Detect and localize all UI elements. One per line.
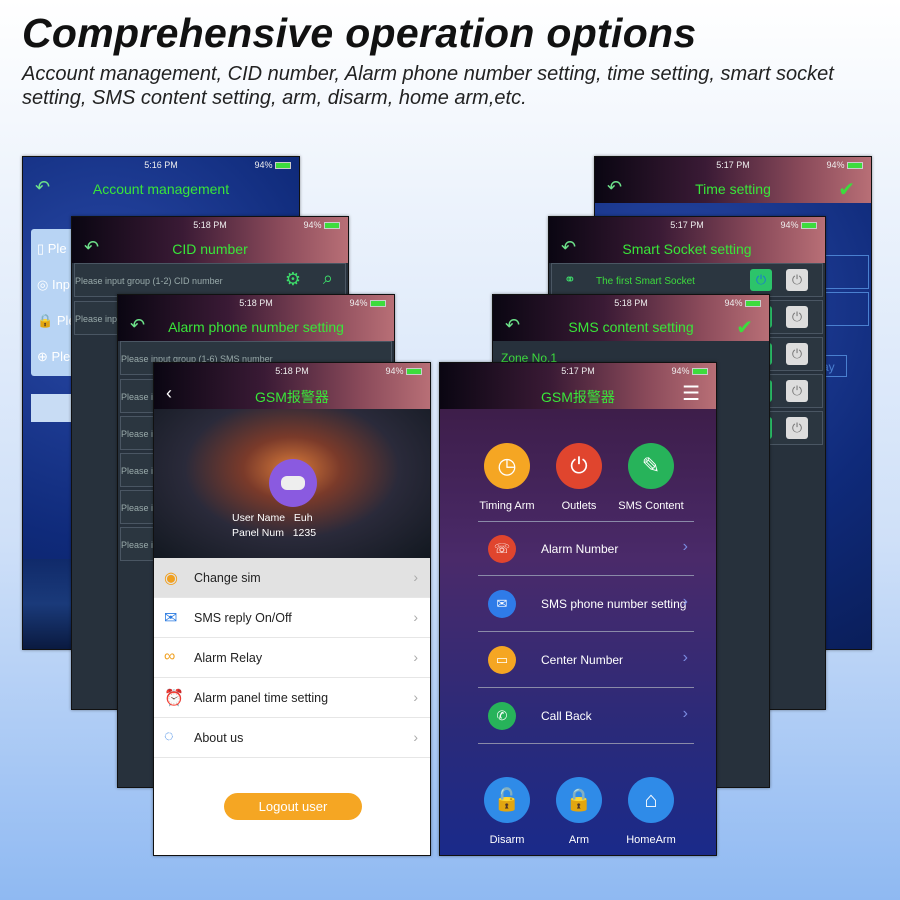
- alarm-clock-icon: ⏰: [164, 690, 184, 707]
- password-field[interactable]: 🔒 Ple: [37, 313, 76, 329]
- battery-icon: [406, 368, 422, 376]
- screen-title: GSM报警器: [255, 389, 329, 405]
- hamburger-menu-icon[interactable]: ☰: [682, 381, 700, 406]
- cid-input-row[interactable]: Please input group (1-2) CID number ⚙ ⌕: [74, 263, 346, 297]
- battery-icon: [370, 300, 386, 308]
- disarm-button[interactable]: 🔓: [484, 777, 530, 823]
- gear-icon[interactable]: ⚙: [285, 269, 301, 290]
- phone-list-icon: ☏: [488, 535, 516, 563]
- chevron-right-icon: ›: [413, 649, 418, 665]
- power-on-button[interactable]: ⏻: [750, 269, 772, 291]
- sms-phone-row[interactable]: ✉ SMS phone number setting ›: [478, 577, 694, 632]
- arm-button[interactable]: 🔒: [556, 777, 602, 823]
- power-off-button[interactable]: ⏻: [786, 343, 808, 365]
- screen-title: SMS content setting: [568, 319, 694, 335]
- logout-button[interactable]: Logout user: [224, 793, 362, 820]
- alarm-number-row[interactable]: ☏ Alarm Number ›: [478, 521, 694, 576]
- call-back-row[interactable]: ✆ Call Back ›: [478, 689, 694, 744]
- chevron-right-icon: ›: [682, 705, 688, 722]
- screen-title: Time setting: [695, 181, 771, 197]
- battery-icon: [692, 368, 708, 376]
- forest-banner: User Name Euh Panel Num 1235: [154, 409, 430, 558]
- chevron-right-icon: ›: [413, 609, 418, 625]
- status-time: 5:16 PM: [144, 160, 178, 170]
- menu-about-us[interactable]: ◌ About us ›: [154, 718, 430, 758]
- gsm-main-screen: 5:17 PM 94% GSM报警器 ☰ ◷ ⏻ ✎ Timing Arm Out…: [439, 362, 717, 856]
- screen-title: GSM报警器: [541, 389, 615, 405]
- screen-title: CID number: [172, 241, 248, 257]
- battery-icon: [275, 162, 291, 170]
- chevron-right-icon: ›: [682, 593, 688, 610]
- power-off-button[interactable]: ⏻: [786, 269, 808, 291]
- user-field[interactable]: ◎ Inp: [37, 277, 70, 293]
- home-arm-button[interactable]: ⌂: [628, 777, 674, 823]
- menu-change-sim[interactable]: ◉ Change sim ›: [154, 558, 430, 598]
- gsm-profile-screen: 5:18 PM 94% ‹ GSM报警器 User Name Euh Panel …: [153, 362, 431, 856]
- battery-icon: [847, 162, 863, 170]
- check-icon[interactable]: ✔: [736, 315, 753, 340]
- battery-icon: [324, 222, 340, 230]
- page-heading: Comprehensive operation options: [22, 10, 697, 56]
- account-field[interactable]: ▯ Ple: [37, 241, 67, 257]
- panel-num: 1235: [292, 527, 317, 539]
- power-off-button[interactable]: ⏻: [786, 380, 808, 402]
- infinity-icon: ∞: [164, 648, 176, 665]
- chevron-right-icon: ›: [682, 649, 688, 666]
- confirm-field[interactable]: ⊕ Ple: [37, 349, 70, 365]
- chevron-right-icon: ›: [682, 538, 688, 555]
- battery-icon: [801, 222, 817, 230]
- call-back-icon: ✆: [488, 702, 516, 730]
- search-icon[interactable]: ⌕: [323, 268, 333, 289]
- power-off-button[interactable]: ⏻: [786, 306, 808, 328]
- screen-title: Account management: [92, 181, 230, 197]
- center-icon: ▭: [488, 646, 516, 674]
- menu-sms-reply[interactable]: ✉ SMS reply On/Off ›: [154, 598, 430, 638]
- center-number-row[interactable]: ▭ Center Number ›: [478, 633, 694, 688]
- power-off-button[interactable]: ⏻: [786, 417, 808, 439]
- chat-icon: ◌: [164, 728, 174, 745]
- chevron-right-icon: ›: [413, 569, 418, 585]
- menu-alarm-panel-time[interactable]: ⏰ Alarm panel time setting ›: [154, 678, 430, 718]
- screen-title: Alarm phone number setting: [168, 319, 344, 335]
- battery-icon: [745, 300, 761, 308]
- check-icon[interactable]: ✔: [838, 177, 855, 202]
- battery-level: 94%: [254, 160, 273, 170]
- chevron-right-icon: ›: [413, 689, 418, 705]
- outlets-button[interactable]: ⏻: [556, 443, 602, 489]
- chevron-right-icon: ›: [413, 729, 418, 745]
- message-icon: ✉: [164, 610, 178, 627]
- page-subheading: Account management, CID number, Alarm ph…: [22, 63, 834, 109]
- avatar: [269, 459, 317, 507]
- timing-arm-button[interactable]: ◷: [484, 443, 530, 489]
- user-circle-icon: ◉: [164, 570, 178, 587]
- sms-phone-icon: ✉: [488, 590, 516, 618]
- sms-content-button[interactable]: ✎: [628, 443, 674, 489]
- user-name: Euh: [293, 512, 313, 524]
- socket-row: ⚭ The first Smart Socket ⏻ ⏻: [551, 263, 823, 297]
- menu-alarm-relay[interactable]: ∞ Alarm Relay ›: [154, 638, 430, 678]
- screen-title: Smart Socket setting: [622, 241, 752, 257]
- toggle-icon: ⚭: [564, 271, 576, 287]
